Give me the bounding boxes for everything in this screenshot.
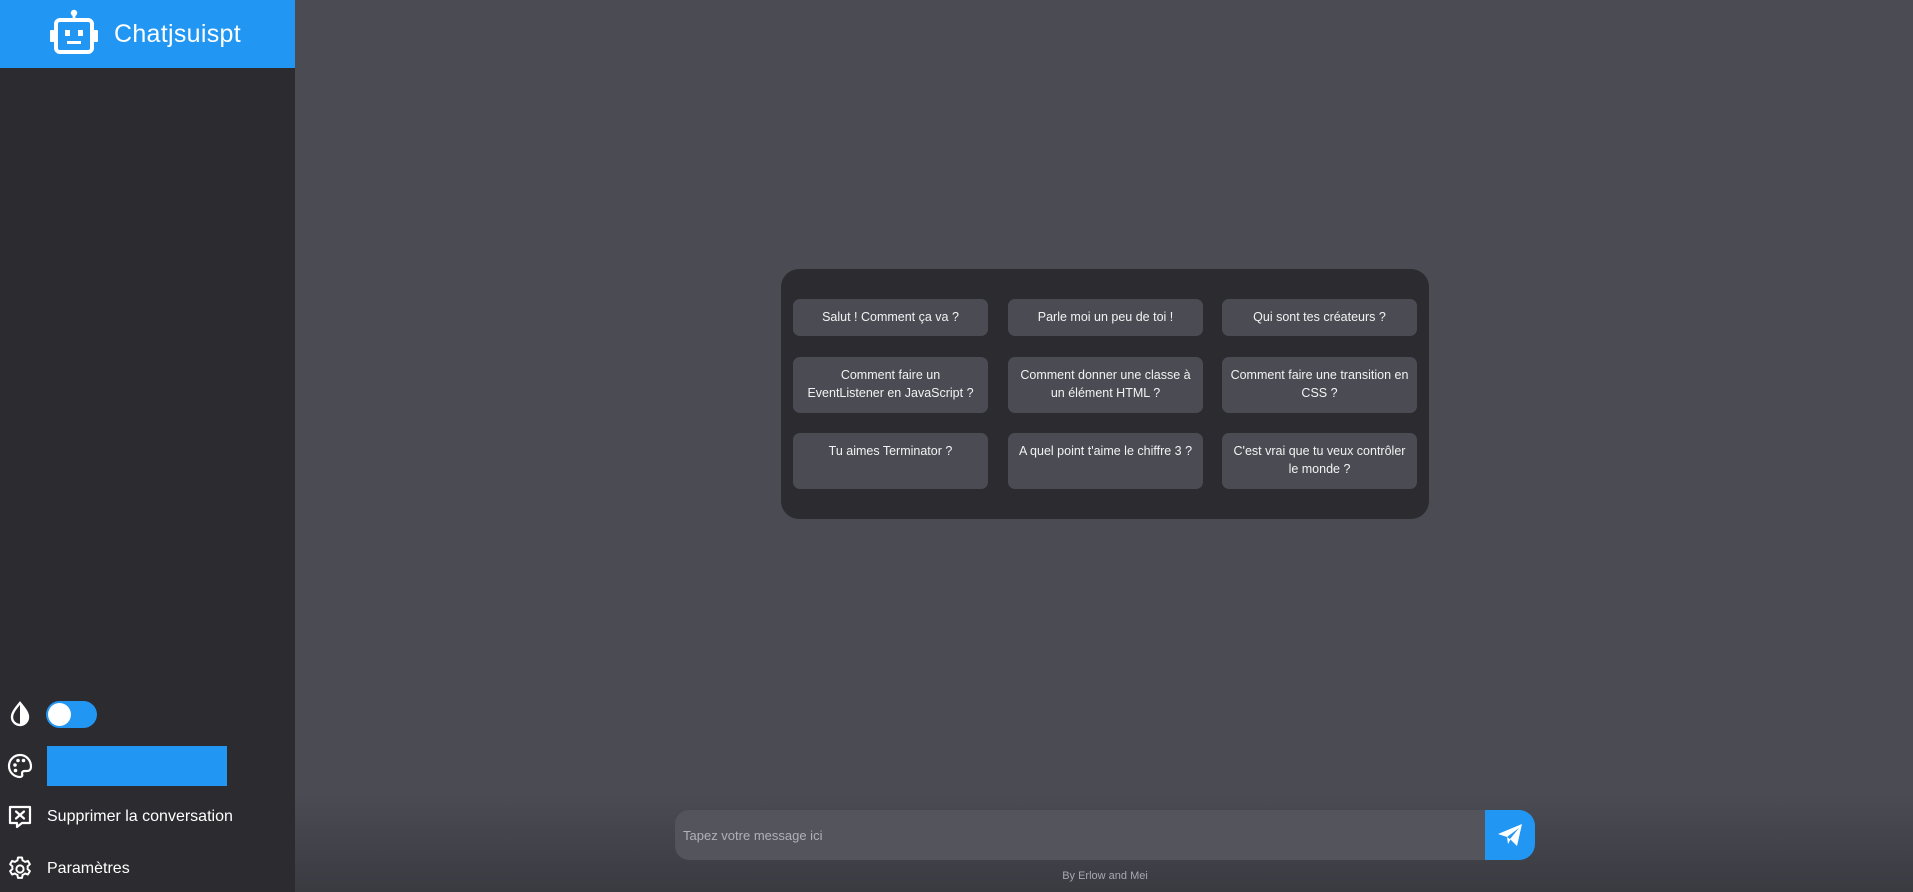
app-title: Chatjsuispt [114,19,241,48]
contrast-drop-icon [10,701,30,727]
suggestion-button[interactable]: Salut ! Comment ça va ? [793,299,988,336]
theme-toggle[interactable] [46,700,97,728]
send-button[interactable] [1485,810,1535,860]
suggestion-button[interactable]: Comment donner une classe à un élément H… [1008,357,1203,413]
suggestion-button[interactable]: Tu aimes Terminator ? [793,433,988,489]
accent-color-picker[interactable] [47,746,227,786]
theme-row [6,700,97,728]
message-composer [675,810,1535,860]
suggestion-button[interactable]: Comment faire une transition en CSS ? [1222,357,1417,413]
palette-icon [7,753,33,779]
delete-conversation-label: Supprimer la conversation [47,808,233,825]
sidebar: Chatjsuispt Supprimer la conversation Pa… [0,0,295,892]
paper-plane-icon [1498,824,1522,846]
brand-header: Chatjsuispt [0,0,295,68]
gear-icon [9,856,31,879]
suggestions-panel: Salut ! Comment ça va ? Parle moi un peu… [781,269,1429,519]
color-row [6,746,227,786]
suggestion-button[interactable]: A quel point t'aime le chiffre 3 ? [1008,433,1203,489]
robot-icon [50,9,98,54]
message-input[interactable] [675,810,1485,860]
suggestion-button[interactable]: Qui sont tes créateurs ? [1222,299,1417,336]
suggestion-button[interactable]: C'est vrai que tu veux contrôler le mond… [1222,433,1417,489]
footer-credit: By Erlow and Mei [1062,870,1148,882]
chat-x-icon [8,805,32,829]
settings-label: Paramètres [47,860,130,877]
toggle-knob [48,702,71,726]
suggestion-button[interactable]: Comment faire un EventListener en JavaSc… [793,357,988,413]
suggestion-button[interactable]: Parle moi un peu de toi ! [1008,299,1203,336]
settings-button[interactable]: Paramètres [6,855,130,883]
delete-conversation-button[interactable]: Supprimer la conversation [6,803,233,831]
